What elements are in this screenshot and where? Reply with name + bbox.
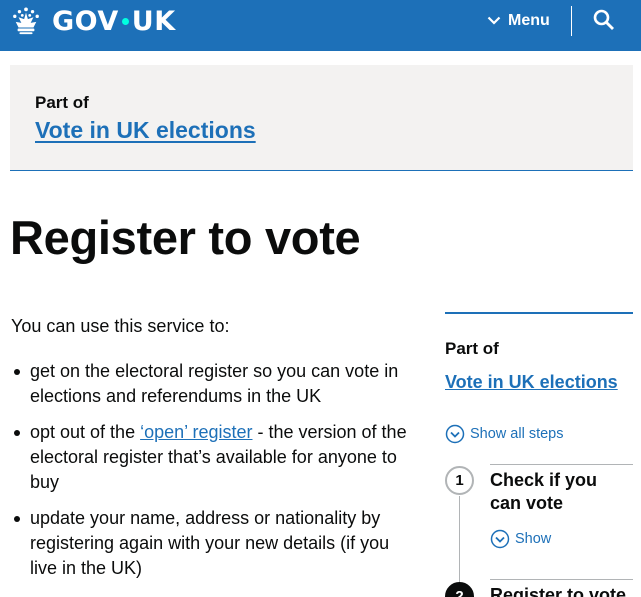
step-title-check-eligibility[interactable]: Check if you can vote [490, 469, 633, 515]
step-number-2: 2 [445, 582, 474, 597]
step-show-label: Show [515, 531, 552, 547]
logo-text-gov: GOV [52, 5, 119, 37]
intro-text: You can use this service to: [11, 316, 230, 336]
govuk-wordmark: GOV UK [52, 6, 176, 37]
list-item: update your name, address or nationality… [11, 506, 416, 581]
part-of-link[interactable]: Vote in UK elections [35, 117, 256, 144]
step-nav-sidebar: Part of Vote in UK elections Show all st… [445, 312, 633, 597]
chevron-circle-down-icon [490, 529, 510, 549]
open-register-link[interactable]: ‘open’ register [140, 422, 252, 442]
menu-button[interactable]: Menu [487, 8, 550, 34]
list-item-text: opt out of the [30, 422, 141, 442]
part-of-banner: Part of Vote in UK elections [10, 65, 633, 171]
menu-label: Menu [508, 12, 550, 29]
step-show-button[interactable]: Show [490, 529, 551, 549]
page-title: Register to vote [10, 211, 361, 264]
sidebar-part-of-label: Part of [445, 339, 499, 358]
sidebar-part-of-link[interactable]: Vote in UK elections [445, 372, 618, 393]
show-all-steps-button[interactable]: Show all steps [445, 424, 564, 444]
step-divider [490, 579, 633, 580]
step-title-register[interactable]: Register to vote [490, 584, 633, 597]
step-number-1: 1 [445, 466, 474, 495]
chevron-down-icon [487, 16, 501, 25]
logo-text-uk: UK [131, 5, 176, 37]
show-all-steps-label: Show all steps [470, 426, 564, 442]
search-icon [593, 9, 614, 30]
site-header: GOV UK Menu [0, 0, 641, 51]
govuk-logo-link[interactable]: GOV UK [10, 5, 176, 37]
list-item: get on the electoral register so you can… [11, 359, 416, 409]
part-of-label: Part of [35, 93, 89, 112]
chevron-circle-down-icon [445, 424, 465, 444]
search-button[interactable] [592, 8, 616, 32]
step-divider [490, 464, 633, 465]
service-list: get on the electoral register so you can… [11, 359, 416, 592]
crown-icon [13, 7, 39, 35]
header-divider [571, 6, 572, 36]
step-connector-line [459, 496, 460, 596]
logo-dot [121, 17, 129, 25]
list-item: opt out of the ‘open’ register - the ver… [11, 420, 416, 495]
